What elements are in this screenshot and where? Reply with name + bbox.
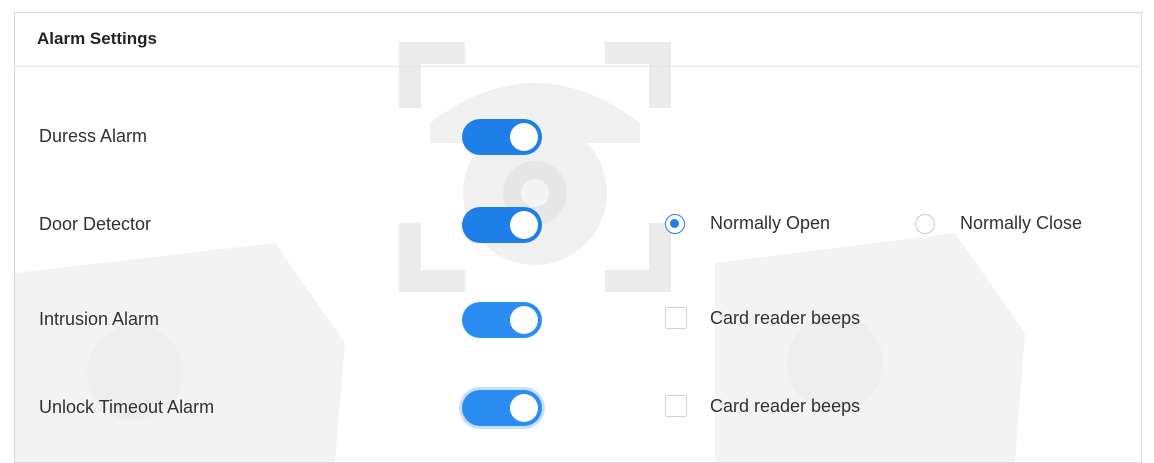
- intrusion-alarm-label: Intrusion Alarm: [39, 309, 160, 329]
- toggle-knob: [510, 394, 538, 422]
- toggle-knob: [510, 123, 538, 151]
- unlock-timeout-alarm-label: Unlock Timeout Alarm: [39, 397, 215, 417]
- alarm-settings-panel: Alarm Settings Duress Alarm Door Detecto…: [14, 12, 1142, 463]
- duress-alarm-label: Duress Alarm: [39, 126, 148, 146]
- normally-open-label: Normally Open: [710, 213, 831, 233]
- unlock-timeout-alarm-toggle[interactable]: [462, 390, 542, 426]
- intrusion-alarm-row: Intrusion Alarm Card reader beeps: [15, 298, 1141, 342]
- intrusion-alarm-toggle[interactable]: [462, 302, 542, 338]
- radio-unselected-icon: [915, 214, 935, 234]
- unlock-timeout-alarm-row: Unlock Timeout Alarm Card reader beeps: [15, 386, 1141, 430]
- door-detector-row: Door Detector Normally Open Normally Clo…: [15, 203, 1141, 247]
- panel-title: Alarm Settings: [37, 29, 157, 48]
- normally-close-label: Normally Close: [960, 213, 1083, 233]
- radio-selected-icon: [665, 214, 685, 234]
- checkbox-unchecked-icon: [665, 307, 687, 329]
- duress-alarm-row: Duress Alarm: [15, 115, 1141, 159]
- card-reader-beeps-label: Card reader beeps: [710, 308, 861, 328]
- duress-alarm-toggle[interactable]: [462, 119, 542, 155]
- normally-close-radio[interactable]: Normally Close: [915, 212, 1135, 238]
- door-detector-toggle[interactable]: [462, 207, 542, 243]
- door-detector-label: Door Detector: [39, 214, 152, 234]
- panel-header: Alarm Settings: [15, 13, 1141, 67]
- card-reader-beeps-label: Card reader beeps: [710, 396, 861, 416]
- checkbox-unchecked-icon: [665, 395, 687, 417]
- normally-open-radio[interactable]: Normally Open: [665, 212, 885, 238]
- toggle-knob: [510, 211, 538, 239]
- toggle-knob: [510, 306, 538, 334]
